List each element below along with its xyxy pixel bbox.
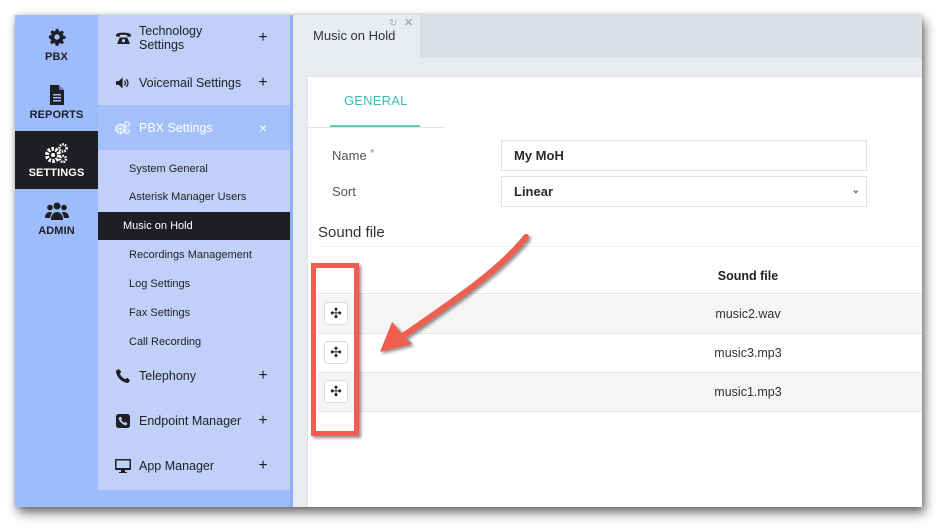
submenu-label: System General	[129, 163, 208, 175]
main-content: Music on Hold ↻ ✕ GENERAL Name * My MoH …	[290, 15, 922, 507]
users-icon	[44, 200, 69, 222]
menu-group-endpoint-manager[interactable]: Endpoint Manager +	[98, 398, 290, 443]
menu-group-label: Voicemail Settings	[139, 75, 242, 90]
menu-group-label: Endpoint Manager	[139, 413, 242, 428]
name-value: My MoH	[514, 148, 564, 163]
table-row: ✣ music3.mp3	[318, 334, 922, 373]
expand-icon[interactable]: +	[248, 74, 278, 92]
submenu-label: Recordings Management	[129, 249, 252, 261]
collapse-icon[interactable]: ×	[248, 120, 278, 136]
expand-icon[interactable]: +	[248, 367, 278, 385]
section-divider	[318, 246, 922, 247]
submenu-item-fax-settings[interactable]: Fax Settings	[98, 299, 290, 327]
app-window: PBX REPORTS SETTINGS ADMIN Technology Se…	[15, 15, 922, 507]
tab-music-on-hold[interactable]: Music on Hold ↻ ✕	[293, 15, 420, 58]
submenu-item-music-on-hold[interactable]: Music on Hold	[98, 212, 290, 240]
sound-file-name: music1.mp3	[714, 385, 782, 399]
sort-label: Sort	[332, 184, 356, 199]
phone-square-icon	[115, 413, 131, 428]
volume-icon	[115, 76, 131, 89]
reload-icon[interactable]: ↻	[389, 18, 397, 29]
submenu-label: Music on Hold	[123, 220, 193, 232]
desktop-icon	[115, 458, 131, 473]
main-nav-rail: PBX REPORTS SETTINGS ADMIN	[15, 15, 98, 507]
annotation-highlight-box	[311, 263, 359, 436]
menu-group-label: Technology Settings	[139, 23, 203, 52]
expand-icon[interactable]: +	[248, 457, 278, 475]
gears-icon	[115, 120, 131, 135]
name-label-text: Name	[332, 148, 367, 163]
table-header: Sound file	[318, 259, 922, 294]
submenu-label: Call Recording	[129, 336, 202, 348]
name-label: Name *	[332, 148, 374, 163]
rail-label: PBX	[45, 50, 68, 63]
tab-bar: Music on Hold ↻ ✕	[293, 15, 922, 58]
rail-item-pbx[interactable]: PBX	[15, 15, 98, 73]
rail-label: REPORTS	[29, 108, 84, 121]
submenu-label: Log Settings	[129, 278, 191, 290]
gear-icon	[48, 26, 66, 48]
settings-sidebar: Technology Settings + Voicemail Settings…	[98, 15, 290, 507]
menu-group-telephony[interactable]: Telephony +	[98, 353, 290, 398]
table-row: ✣ music2.wav	[318, 295, 922, 334]
menu-group-label: App Manager	[139, 458, 215, 473]
menu-group-pbx-settings[interactable]: PBX Settings ×	[98, 105, 290, 150]
submenu-item-system-general[interactable]: System General	[98, 155, 290, 183]
rail-label: ADMIN	[38, 224, 75, 237]
submenu-item-log-settings[interactable]: Log Settings	[98, 270, 290, 298]
menu-group-voicemail-settings[interactable]: Voicemail Settings +	[98, 60, 290, 105]
phone-handset-icon	[115, 368, 131, 383]
form-panel: GENERAL Name * My MoH Sort Linear ⌄ Soun…	[308, 77, 922, 507]
chevron-down-icon: ⌄	[851, 185, 860, 196]
tab-label: Music on Hold	[313, 28, 396, 43]
sort-value: Linear	[514, 184, 554, 199]
sort-select[interactable]: Linear ⌄	[501, 176, 867, 207]
document-icon	[49, 84, 65, 106]
close-icon[interactable]: ✕	[404, 16, 413, 29]
tab-divider	[308, 127, 445, 128]
submenu-item-recordings-management[interactable]: Recordings Management	[98, 241, 290, 269]
required-mark: *	[370, 148, 375, 159]
sound-file-name: music3.mp3	[714, 346, 782, 360]
column-header-sound-file: Sound file	[717, 269, 779, 283]
submenu-item-call-recording[interactable]: Call Recording	[98, 328, 290, 356]
rail-item-settings[interactable]: SETTINGS	[15, 131, 98, 189]
menu-group-label: Telephony	[139, 368, 196, 383]
rail-item-reports[interactable]: REPORTS	[15, 73, 98, 131]
sound-file-name: music2.wav	[715, 307, 781, 321]
tab-label: GENERAL	[344, 93, 408, 108]
gears-icon	[44, 142, 69, 164]
menu-group-app-manager[interactable]: App Manager +	[98, 443, 290, 488]
section-title: Sound file	[318, 224, 385, 241]
expand-icon[interactable]: +	[248, 412, 278, 430]
submenu-label: Fax Settings	[129, 307, 191, 319]
phone-icon	[115, 31, 131, 44]
rail-item-admin[interactable]: ADMIN	[15, 189, 98, 247]
tab-general[interactable]: GENERAL	[330, 77, 420, 127]
expand-icon[interactable]: +	[248, 29, 278, 47]
submenu-item-asterisk-manager-users[interactable]: Asterisk Manager Users	[98, 183, 290, 211]
submenu-label: Asterisk Manager Users	[129, 191, 247, 203]
menu-group-technology-settings[interactable]: Technology Settings +	[98, 15, 290, 60]
name-input[interactable]: My MoH	[501, 140, 867, 171]
table-row: ✣ music1.mp3	[318, 373, 922, 412]
menu-group-label: PBX Settings	[139, 120, 213, 135]
rail-label: SETTINGS	[28, 166, 85, 179]
